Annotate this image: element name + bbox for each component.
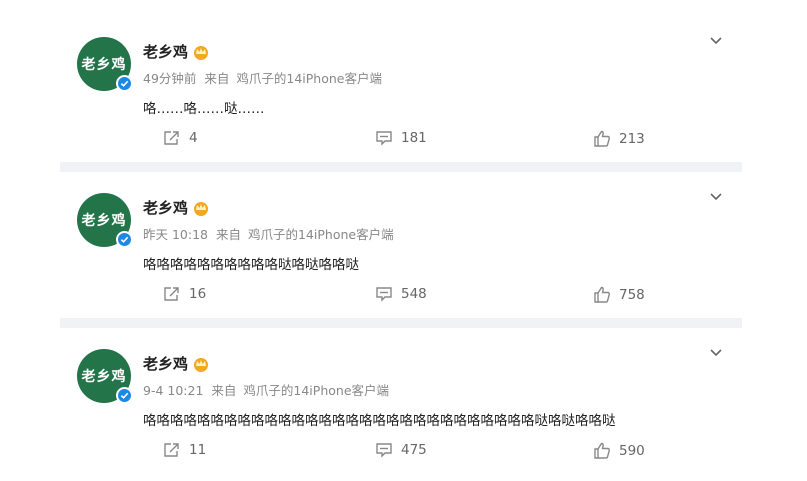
username[interactable]: 老乡鸡 xyxy=(143,197,188,218)
like-icon xyxy=(594,130,610,147)
comment-button[interactable]: 548 xyxy=(375,286,427,302)
repost-icon xyxy=(164,287,179,301)
username[interactable]: 老乡鸡 xyxy=(143,353,188,374)
crown-icon xyxy=(194,45,209,60)
like-button[interactable]: 213 xyxy=(593,130,645,147)
comment-count: 181 xyxy=(401,130,427,146)
post-source[interactable]: 鸡爪子的14iPhone客户端 xyxy=(248,227,394,242)
crown-icon xyxy=(194,201,209,216)
weibo-post: 老乡鸡 老乡鸡 49分钟前 来自 鸡爪子的14iPhone客户端 咯……咯……哒… xyxy=(60,22,742,162)
post-time[interactable]: 49分钟前 xyxy=(143,71,196,86)
post-time[interactable]: 昨天 10:18 xyxy=(143,227,208,242)
comment-count: 548 xyxy=(401,286,427,302)
like-button[interactable]: 590 xyxy=(593,442,645,459)
crown-icon xyxy=(194,357,209,372)
post-source[interactable]: 鸡爪子的14iPhone客户端 xyxy=(243,383,389,398)
from-label: 来自 xyxy=(211,383,237,398)
verified-icon xyxy=(116,75,133,92)
like-count: 213 xyxy=(619,130,645,147)
avatar-logo-text: 老乡鸡 xyxy=(81,213,127,229)
post-text: 咯咯咯咯咯咯咯咯咯咯咯咯咯咯咯咯咯咯咯咯咯咯咯咯咯咯咯咯咯哒咯哒咯咯哒 xyxy=(143,413,616,429)
comment-icon xyxy=(376,443,392,458)
like-button[interactable]: 758 xyxy=(593,286,645,303)
repost-count: 4 xyxy=(189,130,198,146)
post-separator xyxy=(60,318,742,328)
post-text: 咯……咯……哒…… xyxy=(143,101,265,117)
repost-icon xyxy=(164,443,179,457)
post-source[interactable]: 鸡爪子的14iPhone客户端 xyxy=(236,71,382,86)
comment-button[interactable]: 181 xyxy=(375,130,427,146)
avatar-logo-text: 老乡鸡 xyxy=(81,369,127,385)
post-time[interactable]: 9-4 10:21 xyxy=(143,383,203,398)
comment-icon xyxy=(376,131,392,146)
like-count: 758 xyxy=(619,286,645,303)
verified-icon xyxy=(116,387,133,404)
from-label: 来自 xyxy=(204,71,230,86)
post-separator xyxy=(60,162,742,172)
like-count: 590 xyxy=(619,442,645,459)
username[interactable]: 老乡鸡 xyxy=(143,41,188,62)
repost-count: 11 xyxy=(189,442,207,458)
repost-count: 16 xyxy=(189,286,207,302)
like-icon xyxy=(594,442,610,459)
from-label: 来自 xyxy=(215,227,241,242)
repost-icon xyxy=(164,131,179,145)
like-icon xyxy=(594,286,610,303)
avatar-logo-text: 老乡鸡 xyxy=(81,57,127,73)
repost-button[interactable]: 11 xyxy=(163,442,206,458)
comment-icon xyxy=(376,287,392,302)
chevron-down-icon[interactable] xyxy=(708,188,724,204)
weibo-post: 老乡鸡 老乡鸡 9-4 10:21 来自 鸡爪子的14iPhone客户端 咯咯咯… xyxy=(60,334,742,474)
weibo-post: 老乡鸡 老乡鸡 昨天 10:18 来自 鸡爪子的14iPhone客户端 咯咯咯咯… xyxy=(60,178,742,318)
chevron-down-icon[interactable] xyxy=(708,32,724,48)
comment-count: 475 xyxy=(401,442,427,458)
repost-button[interactable]: 4 xyxy=(163,130,198,146)
verified-icon xyxy=(116,231,133,248)
comment-button[interactable]: 475 xyxy=(375,442,427,458)
chevron-down-icon[interactable] xyxy=(708,344,724,360)
repost-button[interactable]: 16 xyxy=(163,286,206,302)
post-text: 咯咯咯咯咯咯咯咯咯咯哒咯哒咯咯哒 xyxy=(143,257,359,273)
